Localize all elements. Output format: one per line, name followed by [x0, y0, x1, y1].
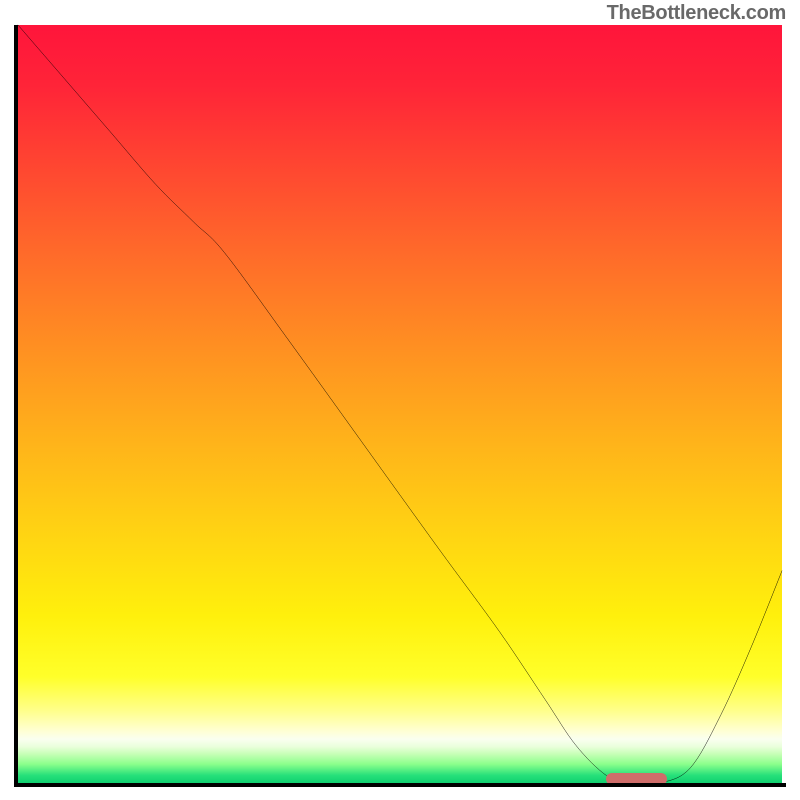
chart-frame: TheBottleneck.com: [0, 0, 800, 800]
watermark-text: TheBottleneck.com: [607, 2, 786, 25]
plot-area: [18, 25, 782, 783]
y-axis: [14, 25, 18, 787]
x-axis: [14, 783, 786, 787]
bottleneck-curve: [18, 25, 782, 783]
